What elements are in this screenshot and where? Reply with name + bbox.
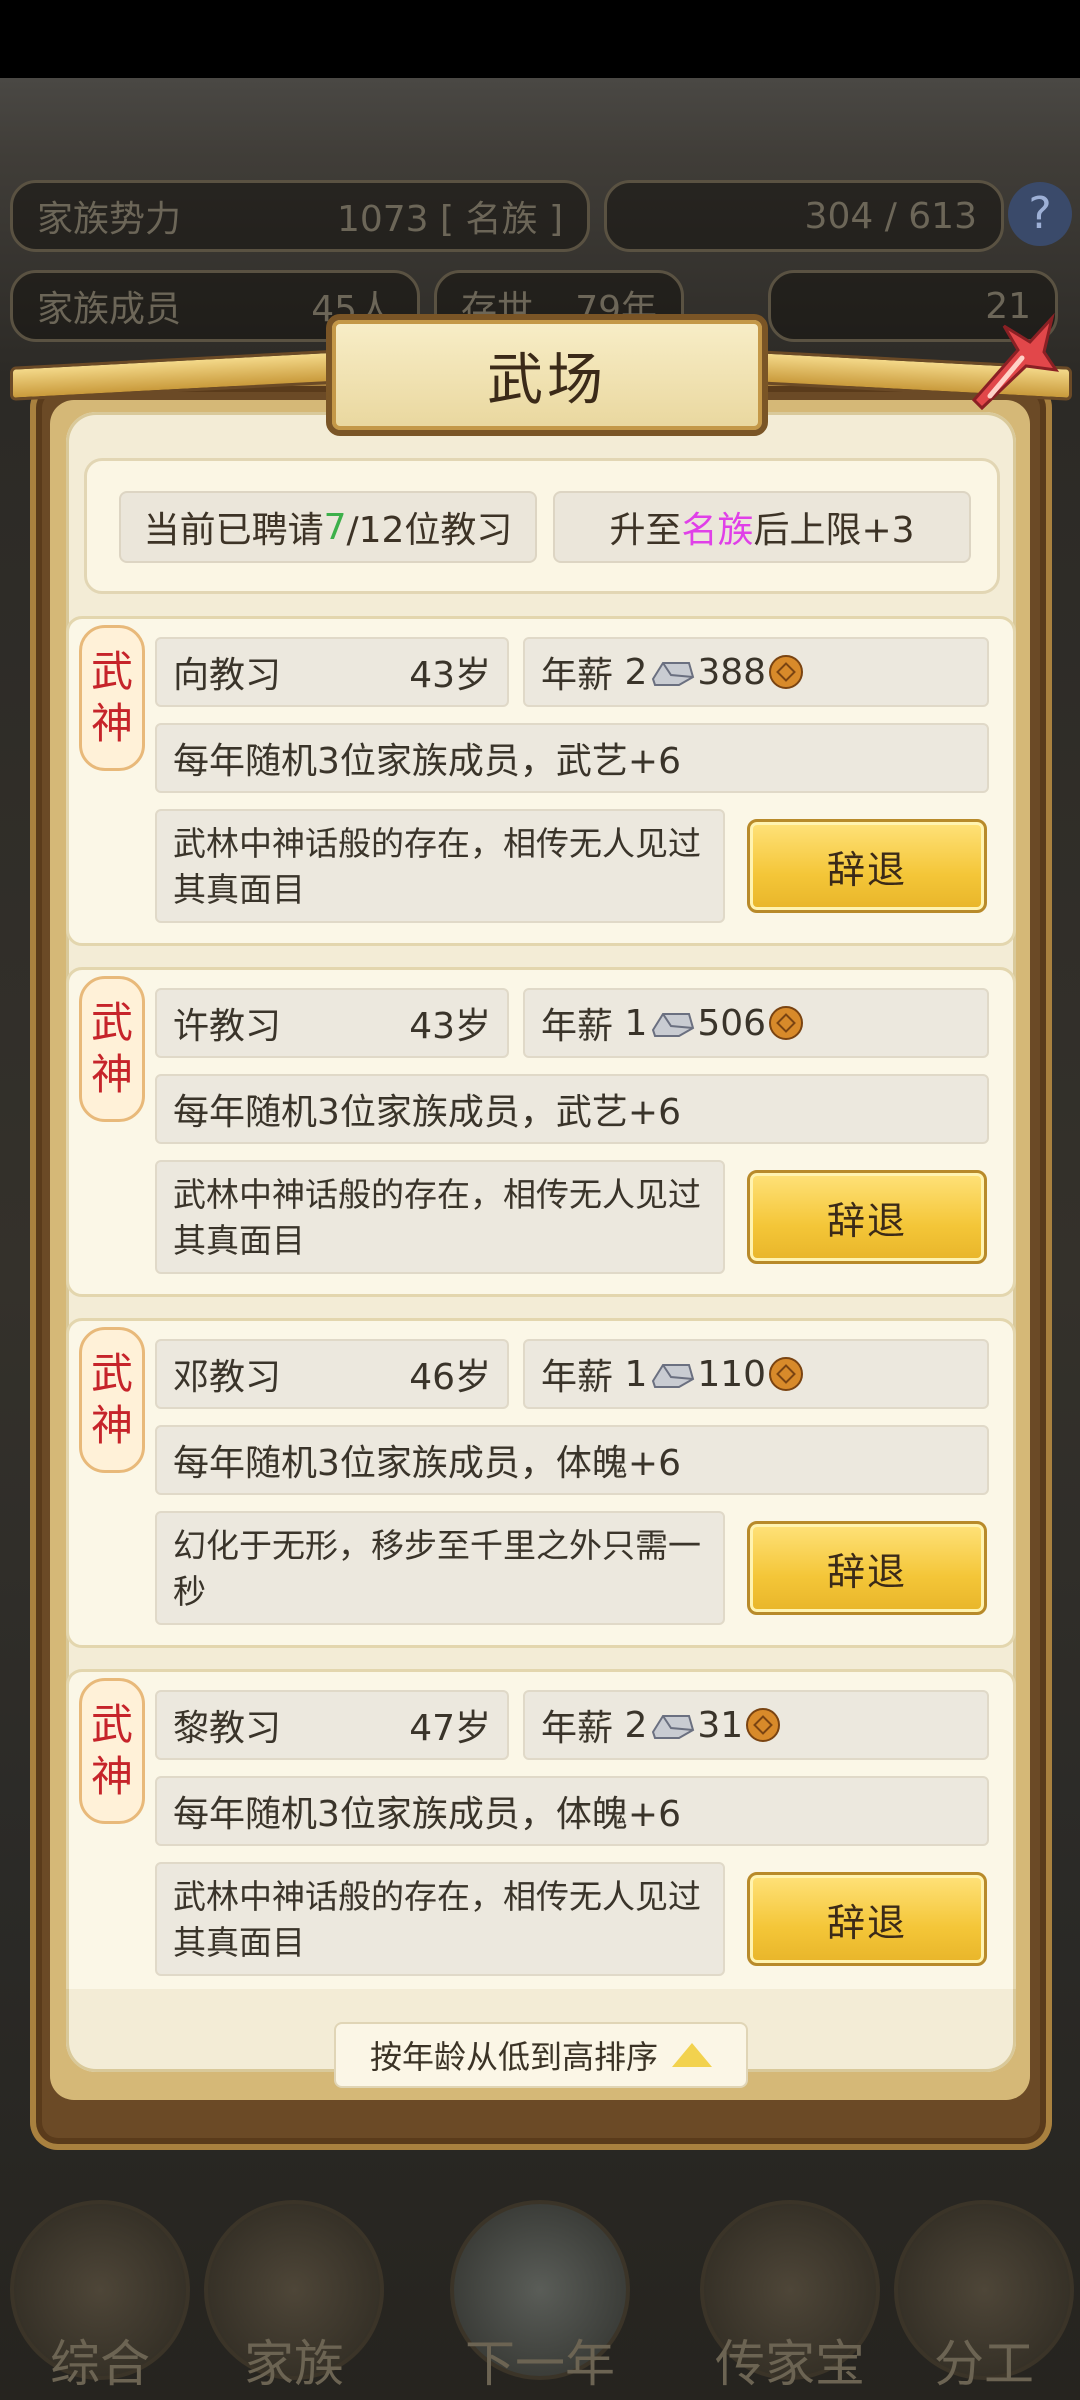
salary-field: 年薪 1 506 [523,988,989,1058]
sort-by-age-button[interactable]: 按年龄从低到高排序 [334,2022,748,2088]
dismiss-button[interactable]: 辞退 [747,1872,987,1966]
instructor-age: 46岁 [409,1357,491,1398]
instructor-card: 武神 邓教习 46岁 年薪 1 110 每年随机3位家族成员，体魄+6 幻化于无… [66,1318,1016,1648]
family-power-label: 家族势力 [37,199,182,240]
instructor-name-field: 黎教习 47岁 [155,1690,509,1760]
hire-info-box: 当前已聘请 7/12位教习 升至 名族 后上限+3 [84,458,1000,594]
instructor-description: 武林中神话般的存在，相传无人见过其真面目 [155,809,725,923]
status-bar [0,0,1080,78]
effect-text: 每年随机3位家族成员，武艺+6 [173,741,681,782]
hired-suffix: /12位教习 [346,510,513,551]
copper-coin-icon [769,1357,804,1391]
upgrade-limit-chip: 升至 名族 后上限+3 [553,491,971,563]
bottom-nav: 综合 家族 下一年 传家宝 分工 [0,2190,1080,2400]
copper-amount: 110 [697,1353,767,1395]
instructor-card: 武神 许教习 43岁 年薪 1 506 每年随机3位家族成员，武艺+6 武林中神… [66,967,1016,1297]
upgrade-prefix: 升至 [609,510,682,551]
instructor-description: 幻化于无形，移步至千里之外只需一秒 [155,1511,725,1625]
silver-amount: 2 [624,651,648,693]
salary-field: 年薪 1 110 [523,1339,989,1409]
salary-label: 年薪 [541,1006,614,1047]
dialog-title: 武场 [326,314,768,436]
instructor-name: 许教习 [173,1006,282,1047]
instructor-description: 武林中神话般的存在，相传无人见过其真面目 [155,1160,725,1274]
rank-badge: 武神 [79,976,145,1122]
martial-hall-dialog: 武场 当前已聘请 7/12位教习 升至 名族 后上限+3 武神 向教习 43岁 年薪 … [10,312,1072,2150]
silver-ingot-icon [652,1715,695,1739]
silver-ingot-icon [652,662,695,686]
instructor-name: 向教习 [173,655,282,696]
instructor-age: 47岁 [409,1708,491,1749]
nav-overview[interactable]: 综合 [0,2190,200,2400]
salary-field: 年薪 2 388 [523,637,989,707]
dialog-title-text: 武场 [487,347,607,413]
copper-amount: 388 [697,651,767,693]
effect-field: 每年随机3位家族成员，武艺+6 [155,723,989,793]
sort-label: 按年龄从低到高排序 [369,2038,658,2076]
salary-field: 年薪 2 31 [523,1690,989,1760]
copper-coin-icon [746,1708,781,1742]
upgrade-suffix: 后上限+3 [753,510,915,551]
family-power-row: 家族势力 1073 [ 名族 ] [10,180,590,252]
salary-label: 年薪 [541,1708,614,1749]
instructor-name-field: 邓教习 46岁 [155,1339,509,1409]
dismiss-button[interactable]: 辞退 [747,1170,987,1264]
instructor-age: 43岁 [409,655,491,696]
effect-text: 每年随机3位家族成员，体魄+6 [173,1443,681,1484]
help-icon[interactable]: ? [1008,182,1072,246]
copper-coin-icon [769,1006,804,1040]
silver-amount: 2 [624,1704,648,1746]
effect-text: 每年随机3位家族成员，体魄+6 [173,1794,681,1835]
instructor-age: 43岁 [409,1006,491,1047]
nav-next-year[interactable]: 下一年 [440,2190,640,2400]
upgrade-highlight: 名族 [681,510,754,551]
nav-family[interactable]: 家族 [194,2190,394,2400]
hired-count-chip: 当前已聘请 7/12位教习 [119,491,537,563]
effect-field: 每年随机3位家族成员，武艺+6 [155,1074,989,1144]
copper-amount: 31 [697,1704,744,1746]
instructor-name-field: 向教习 43岁 [155,637,509,707]
family-members-label: 家族成员 [37,289,182,330]
effect-field: 每年随机3位家族成员，体魄+6 [155,1425,989,1495]
instructor-name-field: 许教习 43岁 [155,988,509,1058]
instructor-card: 武神 向教习 43岁 年薪 2 388 每年随机3位家族成员，武艺+6 武林中神… [66,616,1016,946]
silver-ingot-icon [652,1364,695,1388]
nav-division[interactable]: 分工 [884,2190,1080,2400]
silver-amount: 1 [624,1002,648,1044]
instructor-name: 黎教习 [173,1708,282,1749]
instructor-name: 邓教习 [173,1357,282,1398]
hired-count: 7 [323,506,347,548]
rank-badge: 武神 [79,1327,145,1473]
family-power-value: 1073 [ 名族 ] [336,199,563,240]
rank-badge: 武神 [79,625,145,771]
dismiss-button[interactable]: 辞退 [747,1521,987,1615]
instructor-description: 武林中神话般的存在，相传无人见过其真面目 [155,1862,725,1976]
copper-amount: 506 [697,1002,767,1044]
currency-row: 304 / 613 [604,180,1004,252]
nav-heirloom[interactable]: 传家宝 [690,2190,890,2400]
salary-label: 年薪 [541,655,614,696]
hired-prefix: 当前已聘请 [143,510,324,551]
silver-amount: 1 [624,1353,648,1395]
rank-badge: 武神 [79,1678,145,1824]
instructor-card: 武神 黎教习 47岁 年薪 2 31 每年随机3位家族成员，体魄+6 武林中神话… [66,1669,1016,1989]
effect-text: 每年随机3位家族成员，武艺+6 [173,1092,681,1133]
copper-coin-icon [769,655,804,689]
currency-value: 304 / 613 [804,195,977,237]
dismiss-button[interactable]: 辞退 [747,819,987,913]
effect-field: 每年随机3位家族成员，体魄+6 [155,1776,989,1846]
silver-ingot-icon [652,1013,695,1037]
sort-ascending-icon [672,2043,712,2067]
salary-label: 年薪 [541,1357,614,1398]
close-icon[interactable] [960,312,1060,412]
